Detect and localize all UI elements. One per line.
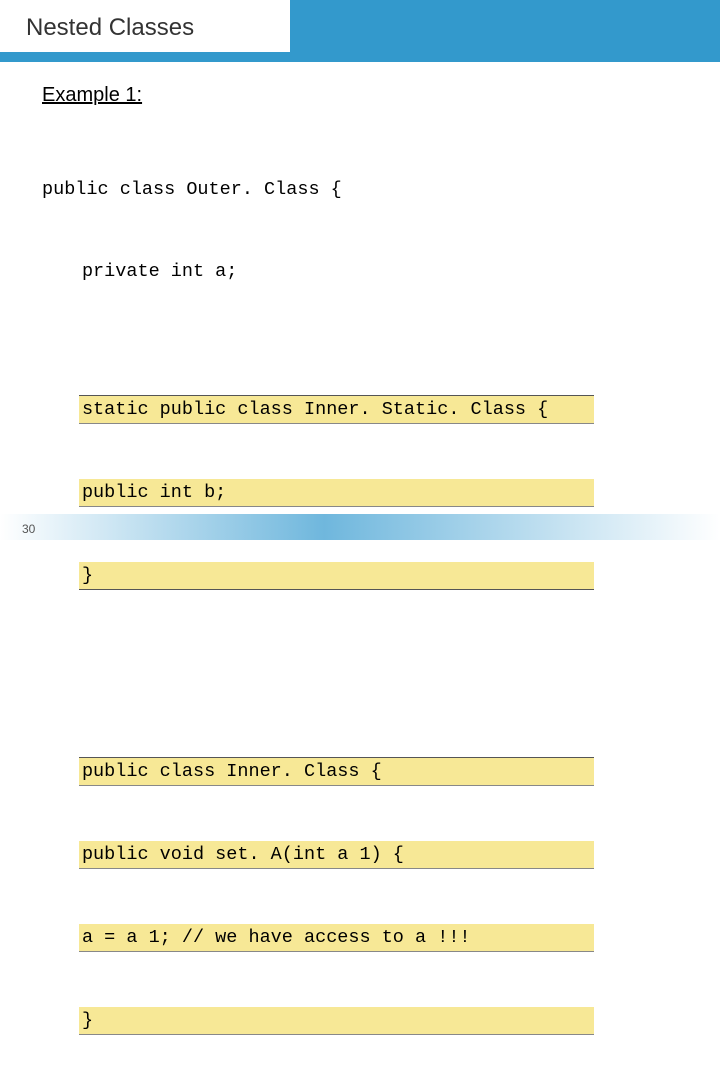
code-line-highlight: } <box>79 562 594 590</box>
example-heading: Example 1: <box>42 84 684 107</box>
page-number: 30 <box>22 522 35 536</box>
code-line-highlight: public class Inner. Class { <box>79 757 594 786</box>
code-line: private int a; <box>42 258 684 285</box>
title-box: Nested Classes <box>0 0 290 52</box>
code-block: public class Outer. Class { private int … <box>42 121 684 1080</box>
header-band: Nested Classes <box>0 0 720 62</box>
slide-title: Nested Classes <box>26 14 280 42</box>
code-line-highlight: public int b; <box>79 479 594 507</box>
code-line-highlight: static public class Inner. Static. Class… <box>79 395 594 424</box>
footer-gradient <box>0 514 720 540</box>
slide-content: Example 1: public class Outer. Class { p… <box>0 62 720 1080</box>
code-line-highlight: a = a 1; // we have access to a !!! <box>79 924 594 952</box>
code-line: public class Outer. Class { <box>42 176 684 203</box>
code-line-highlight: public void set. A(int a 1) { <box>79 841 594 869</box>
code-line-highlight: } <box>79 1007 594 1035</box>
